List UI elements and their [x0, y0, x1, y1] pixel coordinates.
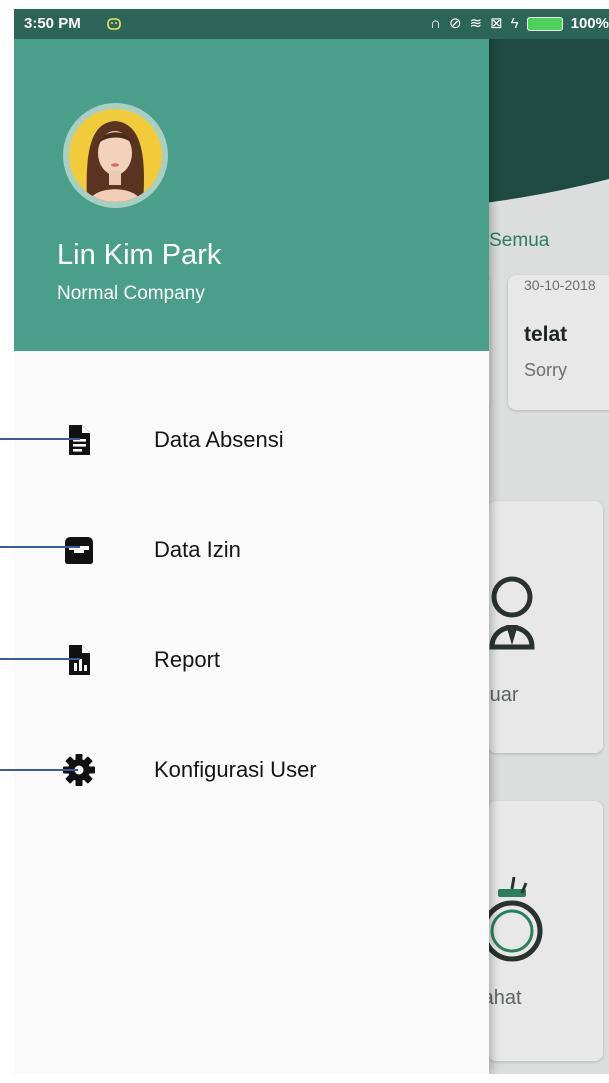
headphones-icon: ∩	[430, 15, 441, 32]
report-icon	[69, 645, 90, 675]
drawer-header: Lin Kim Park Normal Company	[14, 9, 489, 351]
avatar-ring	[63, 103, 168, 208]
pointer-line	[0, 438, 80, 440]
android-icon	[107, 18, 121, 30]
phone-screen: at Semua 30-10-2018 telat Sorry eluar ra…	[14, 9, 609, 1074]
status-icons: ∩ ⊘ ≋ ⊠ ϟ 100%	[430, 14, 609, 34]
document-icon	[69, 425, 90, 455]
status-bar: 3:50 PM ∩ ⊘ ≋ ⊠ ϟ 100%	[14, 9, 609, 39]
wifi-icon: ≋	[469, 15, 483, 32]
sim-icon: ⊠	[490, 15, 503, 32]
user-name: Lin Kim Park	[57, 239, 222, 271]
menu-item-label: Data Izin	[154, 537, 241, 562]
navigation-drawer: Lin Kim Park Normal Company Data Absensi…	[14, 9, 489, 1074]
menu-item-konfigurasi-user[interactable]: Konfigurasi User	[14, 735, 489, 805]
menu-item-label: Konfigurasi User	[154, 757, 317, 782]
history-card-title: telat	[524, 323, 568, 346]
avatar[interactable]	[69, 109, 162, 202]
stopwatch-icon	[481, 876, 543, 962]
charging-icon: ϟ	[510, 15, 519, 32]
pointer-line	[0, 658, 80, 660]
menu-item-label: Report	[154, 647, 221, 672]
avatar-photo	[69, 109, 162, 202]
battery-icon	[526, 17, 563, 31]
menu-item-data-izin[interactable]: Data Izin	[14, 515, 489, 585]
user-company: Normal Company	[57, 283, 205, 304]
history-card-note: Sorry	[524, 360, 568, 380]
menu-item-report[interactable]: Report	[14, 625, 489, 695]
mute-icon: ⊘	[448, 15, 462, 32]
menu-item-label: Data Absensi	[154, 427, 284, 452]
menu-item-data-absensi[interactable]: Data Absensi	[14, 405, 489, 475]
history-card-date: 30-10-2018	[524, 277, 596, 293]
person-icon	[489, 576, 535, 650]
pointer-line	[0, 769, 78, 771]
battery-percent: 100%	[570, 15, 609, 32]
status-time: 3:50 PM	[24, 15, 81, 32]
inbox-icon	[65, 537, 93, 564]
pointer-line	[0, 546, 80, 548]
